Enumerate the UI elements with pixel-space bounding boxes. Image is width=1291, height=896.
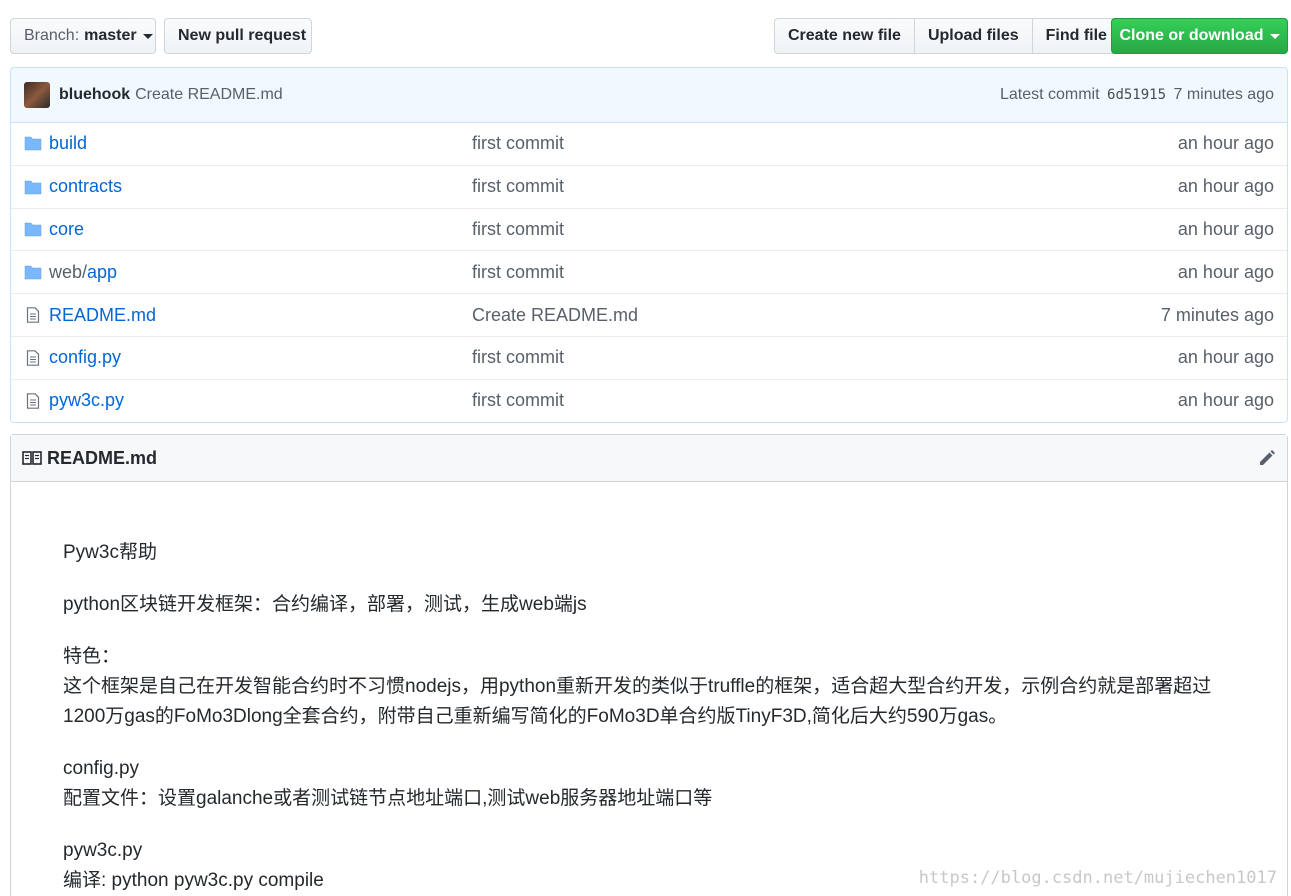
watermark: https://blog.csdn.net/mujiechen1017 [918, 868, 1277, 888]
readme-paragraph: python区块链开发框架：合约编译，部署，测试，生成web端js [63, 590, 1241, 620]
file-name: config.py [49, 347, 122, 368]
latest-commit-bar: bluehook Create README.md Latest commit … [10, 67, 1288, 123]
clone-label: Clone or download [1119, 27, 1264, 44]
latest-commit-label: Latest commit [999, 86, 1100, 103]
file-name: core [49, 218, 85, 239]
file-commit-message[interactable]: Create README.md [472, 305, 638, 326]
readme-line: 编译: python pyw3c.py compile [63, 870, 324, 891]
file-icon [24, 307, 42, 323]
readme-title: README.md [47, 447, 158, 468]
file-icon [24, 392, 42, 409]
file-name-link[interactable]: config.py [49, 347, 121, 368]
commit-age: 7 minutes ago [1173, 86, 1274, 103]
pencil-icon[interactable] [1258, 449, 1276, 467]
file-commit-message[interactable]: first commit [472, 262, 564, 283]
file-age: 7 minutes ago [1160, 304, 1274, 325]
folder-icon [24, 221, 42, 237]
commit-author[interactable]: bluehook [59, 86, 130, 104]
file-row[interactable]: build first commit an hour ago [11, 122, 1287, 165]
file-name: README.md [49, 304, 157, 325]
file-age: an hour ago [1177, 176, 1274, 197]
file-age: an hour ago [1177, 218, 1274, 239]
new-pull-request-button[interactable]: New pull request [164, 18, 312, 54]
readme-line: 配置文件：设置galanche或者测试链节点地址端口,测试web服务器地址端口等 [63, 788, 713, 809]
file-row[interactable]: core first commit an hour ago [11, 207, 1287, 251]
file-icon [24, 350, 42, 366]
find-file-button[interactable]: Find file [1031, 18, 1121, 54]
caret-down-icon [1269, 33, 1280, 39]
readme-panel: README.md Pyw3c帮助 python区块链开发框架：合约编译，部署，测… [10, 434, 1288, 896]
branch-name: master [84, 27, 137, 44]
file-name-link[interactable]: core [49, 219, 84, 240]
latest-commit-info: Latest commit 6d51915 7 minutes ago [1000, 86, 1274, 104]
readme-paragraph: Pyw3c帮助 [63, 538, 1241, 568]
file-commit-message[interactable]: first commit [472, 176, 564, 197]
file-name-link[interactable]: pyw3c.py [49, 390, 124, 411]
readme-line: 特色： [63, 646, 121, 667]
file-age: an hour ago [1177, 347, 1274, 368]
upload-files-button[interactable]: Upload files [913, 18, 1033, 54]
file-name-link[interactable]: README.md [49, 305, 156, 326]
readme-line: 这个框架是自己在开发智能合约时不习惯nodejs，用python重新开发的类似于… [63, 676, 1212, 727]
file-name: pyw3c.py [49, 390, 125, 411]
file-name-link[interactable]: build [49, 133, 87, 154]
file-name-link[interactable]: contracts [49, 176, 122, 197]
readme-line: pyw3c.py [63, 840, 143, 861]
readme-paragraph: config.py 配置文件：设置galanche或者测试链节点地址端口,测试we… [63, 754, 1241, 814]
file-name: build [49, 132, 88, 153]
file-row[interactable]: config.py first commit an hour ago [11, 335, 1287, 379]
file-actions-group: Create new file Upload files Find file [774, 18, 1121, 54]
avatar[interactable] [24, 82, 50, 108]
branch-prefix: Branch: [24, 27, 80, 44]
file-row[interactable]: web/app first commit an hour ago [11, 250, 1287, 293]
readme-line: python区块链开发框架：合约编译，部署，测试，生成web端js [63, 594, 587, 615]
file-name: contracts [49, 176, 123, 197]
commit-message[interactable]: Create README.md [135, 86, 283, 104]
file-name: app [87, 261, 118, 282]
file-row[interactable]: README.md Create README.md 7 minutes ago [11, 293, 1287, 336]
book-icon [22, 451, 42, 465]
folder-icon [24, 135, 42, 151]
file-name-link[interactable]: web/app [49, 262, 117, 283]
clone-or-download-button[interactable]: Clone or download [1111, 18, 1288, 54]
file-age: an hour ago [1177, 132, 1274, 153]
repo-toolbar: Branch: master New pull request Create n… [10, 18, 1288, 54]
readme-header: README.md [11, 435, 1287, 482]
file-commit-message[interactable]: first commit [472, 390, 564, 411]
file-row[interactable]: contracts first commit an hour ago [11, 164, 1287, 208]
folder-icon [24, 264, 42, 280]
file-name-prefix: web/ [49, 261, 88, 282]
readme-line: config.py [63, 758, 140, 779]
file-row[interactable]: pyw3c.py first commit an hour ago [11, 378, 1287, 422]
readme-paragraph: 特色： 这个框架是自己在开发智能合约时不习惯nodejs，用python重新开发的… [63, 642, 1241, 732]
folder-icon [24, 179, 42, 195]
readme-line: Pyw3c帮助 [63, 542, 157, 563]
file-commit-message[interactable]: first commit [472, 219, 564, 240]
create-new-file-button[interactable]: Create new file [774, 18, 915, 54]
file-list: build first commit an hour ago contracts fir… [10, 122, 1288, 423]
branch-select-button[interactable]: Branch: master [10, 18, 156, 54]
file-commit-message[interactable]: first commit [472, 133, 564, 154]
commit-sha[interactable]: 6d51915 [1107, 87, 1166, 103]
file-age: an hour ago [1177, 261, 1274, 282]
caret-down-icon [142, 33, 153, 39]
file-commit-message[interactable]: first commit [472, 347, 564, 368]
readme-content: Pyw3c帮助 python区块链开发框架：合约编译，部署，测试，生成web端js… [11, 482, 1241, 896]
file-age: an hour ago [1177, 390, 1274, 411]
